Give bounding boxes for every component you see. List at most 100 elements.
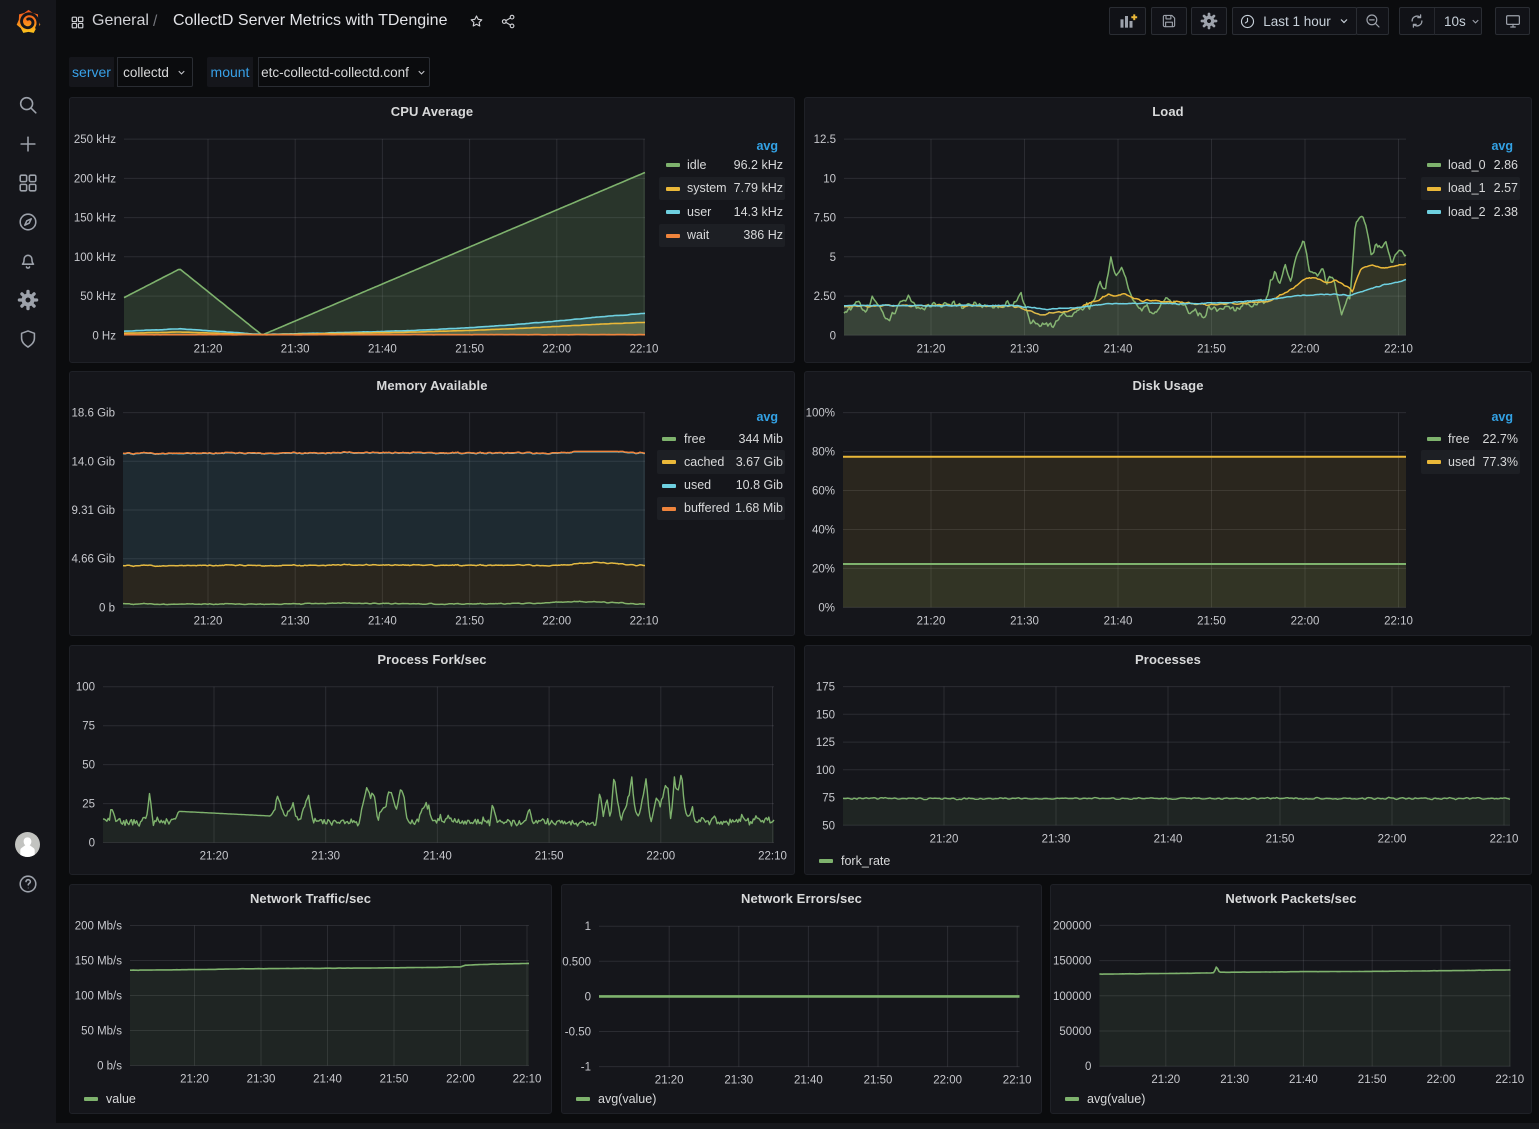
svg-text:22:10: 22:10 [1490, 833, 1519, 845]
svg-text:21:20: 21:20 [194, 343, 223, 355]
svg-text:100: 100 [816, 765, 835, 777]
svg-text:21:20: 21:20 [917, 615, 946, 627]
svg-text:21:20: 21:20 [930, 833, 959, 845]
svg-text:22:00: 22:00 [542, 343, 571, 355]
svg-text:1: 1 [585, 921, 591, 933]
svg-text:0%: 0% [818, 602, 835, 614]
svg-text:21:40: 21:40 [1154, 833, 1183, 845]
svg-text:150000: 150000 [1053, 956, 1091, 968]
svg-text:21:30: 21:30 [311, 851, 340, 863]
svg-text:12.5: 12.5 [814, 134, 836, 146]
svg-text:21:50: 21:50 [1266, 833, 1295, 845]
svg-text:22:10: 22:10 [1384, 615, 1413, 627]
svg-text:14.0 Gib: 14.0 Gib [72, 456, 115, 468]
svg-text:200 kHz: 200 kHz [74, 173, 116, 185]
svg-text:21:40: 21:40 [1104, 615, 1133, 627]
svg-text:21:40: 21:40 [423, 851, 452, 863]
svg-text:22:10: 22:10 [1495, 1074, 1524, 1086]
svg-text:125: 125 [816, 737, 835, 749]
svg-text:75: 75 [82, 721, 95, 733]
svg-text:7.50: 7.50 [814, 213, 836, 225]
svg-text:10: 10 [823, 173, 836, 185]
svg-text:21:20: 21:20 [655, 1075, 684, 1087]
svg-text:21:40: 21:40 [368, 343, 397, 355]
svg-text:4.66 Gib: 4.66 Gib [72, 554, 115, 566]
svg-text:80%: 80% [812, 447, 835, 459]
svg-text:0: 0 [585, 991, 591, 1003]
svg-text:0 Hz: 0 Hz [92, 330, 116, 342]
svg-text:0: 0 [830, 330, 836, 342]
svg-text:21:40: 21:40 [368, 615, 397, 627]
svg-text:21:20: 21:20 [194, 615, 223, 627]
svg-text:21:30: 21:30 [1220, 1074, 1249, 1086]
svg-text:21:20: 21:20 [917, 343, 946, 355]
svg-text:-1: -1 [581, 1062, 591, 1074]
svg-text:22:00: 22:00 [933, 1075, 962, 1087]
svg-text:21:50: 21:50 [1197, 615, 1226, 627]
svg-text:21:40: 21:40 [1289, 1074, 1318, 1086]
svg-text:100 kHz: 100 kHz [74, 252, 116, 264]
svg-text:25: 25 [82, 799, 95, 811]
svg-text:100000: 100000 [1053, 991, 1091, 1003]
svg-text:175: 175 [816, 682, 835, 694]
svg-text:2.50: 2.50 [814, 291, 836, 303]
svg-text:22:00: 22:00 [542, 615, 571, 627]
svg-text:0 b: 0 b [99, 602, 115, 614]
svg-text:22:10: 22:10 [1384, 343, 1413, 355]
svg-text:0.500: 0.500 [562, 956, 591, 968]
svg-text:9.31 Gib: 9.31 Gib [72, 505, 115, 517]
svg-text:150 kHz: 150 kHz [74, 213, 116, 225]
svg-text:21:30: 21:30 [724, 1075, 753, 1087]
svg-text:21:50: 21:50 [864, 1075, 893, 1087]
svg-text:100 Mb/s: 100 Mb/s [75, 991, 123, 1003]
svg-text:50 Mb/s: 50 Mb/s [81, 1026, 122, 1038]
svg-text:18.6 Gib: 18.6 Gib [72, 408, 115, 420]
svg-text:22:00: 22:00 [1427, 1074, 1456, 1086]
svg-text:50: 50 [82, 760, 95, 772]
svg-text:0 b/s: 0 b/s [97, 1061, 122, 1073]
svg-text:21:30: 21:30 [1042, 833, 1071, 845]
svg-text:22:10: 22:10 [630, 343, 659, 355]
svg-text:21:30: 21:30 [1010, 343, 1039, 355]
svg-text:75: 75 [822, 793, 835, 805]
svg-text:100%: 100% [806, 408, 835, 420]
svg-text:21:40: 21:40 [1104, 343, 1133, 355]
svg-text:5: 5 [830, 252, 836, 264]
svg-text:21:30: 21:30 [1010, 615, 1039, 627]
svg-text:22:10: 22:10 [758, 851, 787, 863]
svg-text:22:00: 22:00 [1291, 615, 1320, 627]
svg-text:150: 150 [816, 709, 835, 721]
svg-text:21:30: 21:30 [281, 615, 310, 627]
svg-text:21:50: 21:50 [1197, 343, 1226, 355]
svg-text:40%: 40% [812, 525, 835, 537]
svg-text:22:00: 22:00 [646, 851, 675, 863]
svg-text:21:40: 21:40 [313, 1074, 342, 1086]
svg-text:250 kHz: 250 kHz [74, 134, 116, 146]
svg-text:22:10: 22:10 [513, 1074, 542, 1086]
svg-text:20%: 20% [812, 563, 835, 575]
svg-text:50 kHz: 50 kHz [80, 291, 116, 303]
svg-text:60%: 60% [812, 486, 835, 498]
svg-text:21:20: 21:20 [1151, 1074, 1180, 1086]
svg-text:100: 100 [76, 682, 95, 694]
svg-text:200000: 200000 [1053, 920, 1091, 932]
svg-text:50000: 50000 [1059, 1026, 1091, 1038]
svg-text:22:10: 22:10 [1003, 1075, 1032, 1087]
svg-text:0: 0 [89, 838, 95, 850]
svg-text:21:20: 21:20 [180, 1074, 209, 1086]
svg-text:22:10: 22:10 [630, 615, 659, 627]
svg-text:50: 50 [822, 820, 835, 832]
svg-text:21:20: 21:20 [200, 851, 229, 863]
svg-text:21:30: 21:30 [281, 343, 310, 355]
svg-text:22:00: 22:00 [446, 1074, 475, 1086]
svg-text:0: 0 [1085, 1061, 1091, 1073]
svg-text:21:50: 21:50 [380, 1074, 409, 1086]
svg-text:21:40: 21:40 [794, 1075, 823, 1087]
svg-text:21:50: 21:50 [1358, 1074, 1387, 1086]
svg-text:-0.50: -0.50 [565, 1027, 591, 1039]
svg-text:22:00: 22:00 [1291, 343, 1320, 355]
svg-text:21:50: 21:50 [455, 615, 484, 627]
svg-text:150 Mb/s: 150 Mb/s [75, 956, 123, 968]
svg-text:21:50: 21:50 [535, 851, 564, 863]
svg-text:21:30: 21:30 [247, 1074, 276, 1086]
